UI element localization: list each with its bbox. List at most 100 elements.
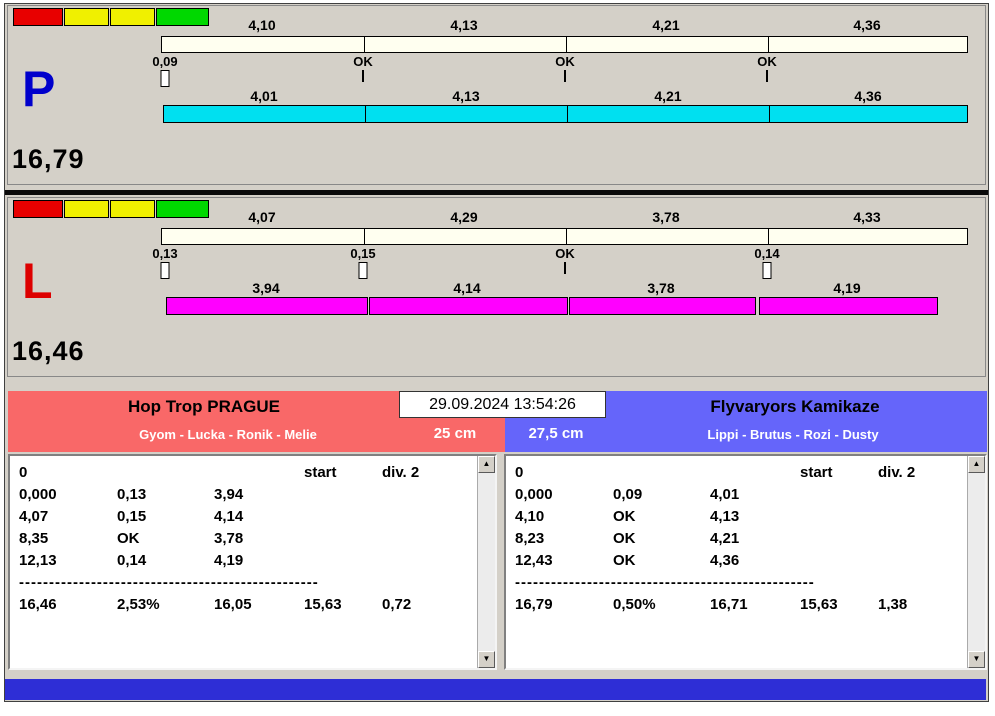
dog-time: 3,94 xyxy=(252,280,279,296)
cell: 4,10 xyxy=(515,508,613,525)
split-time: 4,33 xyxy=(853,209,880,225)
red-light-icon xyxy=(13,200,63,218)
scoreboard-header: Hop Trop PRAGUE Gyom - Lucka - Ronik - M… xyxy=(8,391,987,452)
lane-l-total-time: 16,46 xyxy=(12,336,85,367)
bar-tick xyxy=(364,229,365,244)
total-time: 16,46 xyxy=(19,596,117,613)
scroll-up-button[interactable]: ▲ xyxy=(968,456,985,473)
change-time: 0,15 xyxy=(350,246,375,261)
yellow-light-icon xyxy=(110,8,155,26)
loss-percent: 2,53% xyxy=(117,596,214,613)
lane-p-letter: P xyxy=(22,64,55,114)
change-ok: OK xyxy=(555,246,575,261)
yellow-light-icon xyxy=(64,200,109,218)
cell: 8,35 xyxy=(19,530,117,547)
start-label: start xyxy=(800,464,878,481)
cell: OK xyxy=(613,552,710,569)
cell: OK xyxy=(117,530,214,547)
yellow-light-icon xyxy=(110,200,155,218)
box-marker xyxy=(161,70,170,87)
lane-p-total-time: 16,79 xyxy=(12,144,85,175)
vertical-scrollbar[interactable]: ▲ ▼ xyxy=(967,456,985,668)
table-row: 12,43 OK 4,36 xyxy=(506,549,968,571)
change-ok: OK xyxy=(757,54,777,69)
results-table: 0 start div. 2 0,000 0,13 3,94 4,07 0,15 xyxy=(10,456,478,668)
table-row: 0,000 0,13 3,94 xyxy=(10,483,478,505)
run-bar-segment xyxy=(365,105,568,123)
sum-dog-times: 16,05 xyxy=(214,596,304,613)
lane-p-panel: P 16,79 4,10 4,13 4,21 4,36 0,09 OK OK O… xyxy=(7,5,986,185)
scroll-down-icon: ▼ xyxy=(973,654,981,663)
lane-l-track: 4,07 4,29 3,78 4,33 0,13 0,15 OK 0,14 xyxy=(161,198,971,376)
bar-tick xyxy=(364,37,365,52)
dog-time: 4,21 xyxy=(654,88,681,104)
scoreboard: Hop Trop PRAGUE Gyom - Lucka - Ronik - M… xyxy=(8,391,987,672)
table-row: 4,10 OK 4,13 xyxy=(506,505,968,527)
team-members: Lippi - Brutus - Rozi - Dusty xyxy=(603,427,983,442)
change-ok: OK xyxy=(555,54,575,69)
div-value: 1,38 xyxy=(878,596,968,613)
lane-divider xyxy=(5,190,988,195)
scroll-down-button[interactable]: ▼ xyxy=(968,651,985,668)
cell: 0,09 xyxy=(613,486,710,503)
separator-row: ----------------------------------------… xyxy=(10,571,478,593)
lane-l-letter: L xyxy=(22,256,53,306)
totals-row: 16,79 0,50% 16,71 15,63 1,38 xyxy=(506,593,968,615)
box-marker xyxy=(763,262,772,279)
total-time: 16,79 xyxy=(515,596,613,613)
cell: 0,13 xyxy=(117,486,214,503)
cell: 0,14 xyxy=(117,552,214,569)
cell: OK xyxy=(613,508,710,525)
lane-l-panel: L 16,46 4,07 4,29 3,78 4,33 0,13 0,15 OK… xyxy=(7,197,986,377)
cell: 4,19 xyxy=(214,552,304,569)
datetime: 29.09.2024 13:54:26 xyxy=(399,391,606,418)
lane-p-track: 4,10 4,13 4,21 4,36 0,09 OK OK OK xyxy=(161,6,971,184)
run-bar-segment xyxy=(163,105,366,123)
table-header-row: 0 start div. 2 xyxy=(506,461,968,483)
dog-time: 4,01 xyxy=(250,88,277,104)
table-row: 0,000 0,09 4,01 xyxy=(506,483,968,505)
separator: ----------------------------------------… xyxy=(19,574,319,591)
cell: 4,13 xyxy=(710,508,800,525)
run-bar-segment xyxy=(759,297,938,315)
cell: 3,78 xyxy=(214,530,304,547)
start-value: 15,63 xyxy=(304,596,382,613)
results-panel-left[interactable]: 0 start div. 2 0,000 0,13 3,94 4,07 0,15 xyxy=(8,454,497,670)
results-panel-right[interactable]: 0 start div. 2 0,000 0,09 4,01 4,10 OK xyxy=(504,454,987,670)
tick-marker xyxy=(564,262,566,274)
div-value: 0,72 xyxy=(382,596,478,613)
team-subheader: 27,5 cm Lippi - Brutus - Rozi - Dusty xyxy=(505,423,987,449)
change-ok: OK xyxy=(353,54,373,69)
box-marker xyxy=(161,262,170,279)
cell: 4,01 xyxy=(710,486,800,503)
team-subheader: Gyom - Lucka - Ronik - Melie 25 cm xyxy=(8,423,505,449)
scroll-up-button[interactable]: ▲ xyxy=(478,456,495,473)
team-members: Gyom - Lucka - Ronik - Melie xyxy=(8,427,448,442)
jump-height: 27,5 cm xyxy=(511,425,601,442)
change-time: 0,14 xyxy=(754,246,779,261)
run-bar-segment xyxy=(369,297,568,315)
dog-time: 3,78 xyxy=(647,280,674,296)
scroll-up-icon: ▲ xyxy=(973,459,981,468)
cell: 8,23 xyxy=(515,530,613,547)
split-time: 4,07 xyxy=(248,209,275,225)
table-row: 8,23 OK 4,21 xyxy=(506,527,968,549)
cell: OK xyxy=(613,530,710,547)
split-time: 4,29 xyxy=(450,209,477,225)
split-time: 4,36 xyxy=(853,17,880,33)
timing-app-window: P 16,79 4,10 4,13 4,21 4,36 0,09 OK OK O… xyxy=(4,3,989,702)
start-label: start xyxy=(304,464,382,481)
bottom-status-bar xyxy=(5,679,986,700)
vertical-scrollbar[interactable]: ▲ ▼ xyxy=(477,456,495,668)
scroll-down-button[interactable]: ▼ xyxy=(478,651,495,668)
change-time: 0,09 xyxy=(152,54,177,69)
cell: 0,000 xyxy=(19,486,117,503)
run-bar-segment xyxy=(769,105,968,123)
cell: 4,36 xyxy=(710,552,800,569)
results-table: 0 start div. 2 0,000 0,09 4,01 4,10 OK xyxy=(506,456,968,668)
team-name: Hop Trop PRAGUE xyxy=(8,394,400,420)
results-panels: 0 start div. 2 0,000 0,13 3,94 4,07 0,15 xyxy=(8,454,987,672)
cell: 0,000 xyxy=(515,486,613,503)
div-label: div. 2 xyxy=(878,464,968,481)
table-row: 8,35 OK 3,78 xyxy=(10,527,478,549)
